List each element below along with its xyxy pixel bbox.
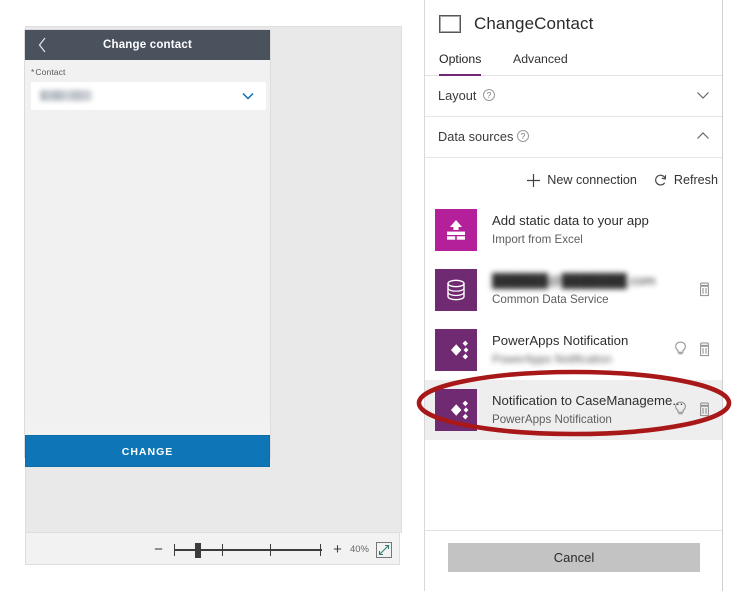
list-item[interactable]: Add static data to your app Import from … <box>425 200 722 260</box>
section-layout[interactable]: Layout ? <box>425 76 722 117</box>
panel-tabs: Options Advanced <box>425 47 722 76</box>
required-marker: * <box>31 67 35 77</box>
plus-icon <box>526 173 541 188</box>
zoom-level-label: 40% <box>349 544 369 555</box>
chevron-down-icon[interactable] <box>696 88 710 102</box>
delete-icon[interactable] <box>694 399 714 419</box>
list-item-text: Add static data to your app Import from … <box>492 212 722 248</box>
delete-icon[interactable] <box>694 339 714 359</box>
chevron-up-icon[interactable] <box>696 129 710 143</box>
properties-panel: ChangeContact Options Advanced Layout ? … <box>424 0 723 591</box>
contact-dropdown-value <box>40 90 92 101</box>
canvas-zoom-bar: − + 40% <box>25 532 400 565</box>
delete-icon[interactable] <box>694 279 714 299</box>
help-icon[interactable]: ? <box>517 130 529 142</box>
refresh-icon <box>653 173 668 188</box>
zoom-out-button[interactable]: − <box>151 542 166 557</box>
powerapps-icon <box>435 389 477 431</box>
list-item[interactable]: ██████@███████.com Common Data Service <box>425 260 722 320</box>
change-button[interactable]: CHANGE <box>25 435 270 467</box>
new-connection-button[interactable]: New connection <box>526 173 637 188</box>
list-item-icons <box>666 399 714 419</box>
cancel-button[interactable]: Cancel <box>448 543 700 572</box>
contact-field-label: *Contact <box>31 67 65 77</box>
hint-lightbulb-icon[interactable] <box>670 399 690 419</box>
panel-footer: Cancel <box>425 530 722 591</box>
list-item-icons <box>690 279 714 299</box>
tab-options[interactable]: Options <box>439 47 482 76</box>
panel-title: ChangeContact <box>474 13 594 33</box>
import-data-icon <box>435 209 477 251</box>
zoom-tick <box>173 543 176 556</box>
zoom-slider[interactable] <box>170 542 326 558</box>
list-item-icons <box>666 339 714 359</box>
section-layout-label: Layout <box>438 88 477 103</box>
contact-dropdown[interactable] <box>31 82 266 110</box>
list-item[interactable]: PowerApps Notification PowerApps Notific… <box>425 320 722 380</box>
list-item-text: ██████@███████.com Common Data Service <box>492 272 722 308</box>
phone-preview[interactable]: Change contact *Contact CHANGE <box>25 30 270 467</box>
phone-body: *Contact <box>25 60 270 422</box>
database-icon <box>435 269 477 311</box>
list-item-name: ██████@███████.com <box>492 273 656 288</box>
data-sources-list: Add static data to your app Import from … <box>425 200 722 440</box>
refresh-button[interactable]: Refresh <box>653 173 718 188</box>
refresh-label: Refresh <box>673 173 718 187</box>
panel-header: ChangeContact <box>425 0 722 47</box>
phone-header: Change contact <box>25 30 270 60</box>
zoom-tick <box>221 543 224 556</box>
section-data-sources[interactable]: Data sources ? <box>425 117 722 158</box>
zoom-tick <box>269 543 272 556</box>
data-sources-body: New connection Refresh Add static data t… <box>425 158 722 530</box>
zoom-slider-thumb[interactable] <box>194 542 201 558</box>
chevron-down-icon[interactable] <box>241 89 255 103</box>
contact-field-label-text: Contact <box>35 67 66 77</box>
new-connection-label: New connection <box>547 173 637 187</box>
hint-lightbulb-icon[interactable] <box>670 339 690 359</box>
zoom-in-button[interactable]: + <box>330 542 345 557</box>
list-item-text: PowerApps Notification PowerApps Notific… <box>492 332 722 368</box>
list-item[interactable]: Notification to CaseManageme... PowerApp… <box>425 380 722 440</box>
section-data-sources-label: Data sources <box>438 129 514 144</box>
list-item-sub: Import from Excel <box>492 233 583 246</box>
screen-icon <box>439 14 461 33</box>
powerapps-icon <box>435 329 477 371</box>
list-item-name: Add static data to your app <box>492 213 649 228</box>
tab-advanced[interactable]: Advanced <box>513 47 568 74</box>
list-item-text: Notification to CaseManageme... PowerApp… <box>492 392 722 428</box>
phone-header-title: Change contact <box>102 39 193 51</box>
fit-to-screen-icon[interactable] <box>376 541 392 558</box>
zoom-tick <box>319 543 322 556</box>
data-sources-actions: New connection Refresh <box>510 168 718 192</box>
list-item-sub: Common Data Service <box>492 293 609 306</box>
help-icon[interactable]: ? <box>483 89 495 101</box>
app-canvas-area: Change contact *Contact CHANGE − + 40% <box>0 0 424 591</box>
